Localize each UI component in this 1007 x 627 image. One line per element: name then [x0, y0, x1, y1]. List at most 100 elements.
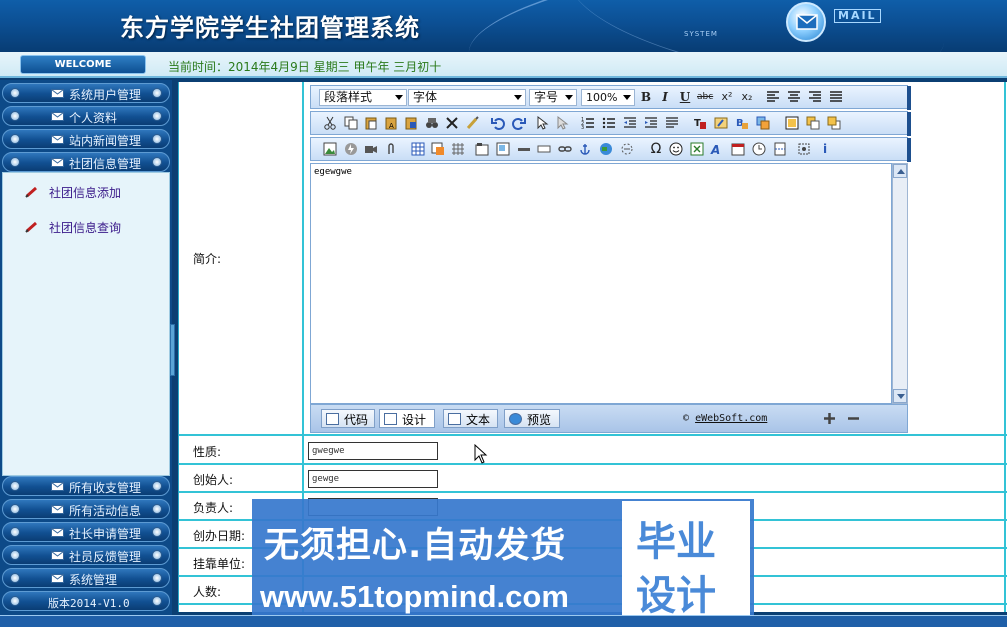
- bold-icon[interactable]: B: [638, 89, 654, 105]
- media-icon[interactable]: [364, 142, 378, 156]
- attachment-icon[interactable]: [384, 142, 398, 156]
- mail-label[interactable]: MAIL: [834, 9, 881, 23]
- map-icon[interactable]: [599, 142, 613, 156]
- background-color-icon[interactable]: B: [735, 116, 749, 130]
- align-justify-icon[interactable]: [829, 90, 843, 104]
- paragraph-icon[interactable]: [665, 116, 679, 130]
- bullet-icon: [152, 134, 162, 144]
- date-icon[interactable]: [731, 142, 745, 156]
- underline-icon[interactable]: U: [677, 89, 693, 105]
- scroll-up-icon[interactable]: [893, 164, 907, 178]
- menu-finance[interactable]: 所有收支管理: [2, 476, 170, 496]
- superscript-icon[interactable]: x²: [719, 89, 735, 105]
- bullet-icon: [152, 596, 162, 606]
- copy-icon[interactable]: [344, 116, 358, 130]
- table-icon[interactable]: [411, 142, 425, 156]
- emoticon-icon[interactable]: [669, 142, 683, 156]
- special-char-icon[interactable]: Ω: [648, 141, 664, 157]
- strikethrough-icon[interactable]: abc: [697, 89, 713, 105]
- menu-system-admin[interactable]: 系统管理: [2, 568, 170, 588]
- zoom-dropdown[interactable]: 100%: [581, 89, 635, 106]
- flash-icon[interactable]: [344, 142, 358, 156]
- align-center-icon[interactable]: [787, 90, 801, 104]
- image-icon[interactable]: [323, 142, 337, 156]
- art-text-icon[interactable]: A: [710, 142, 724, 156]
- ordered-list-icon[interactable]: 123: [581, 116, 595, 130]
- info-icon[interactable]: i: [817, 141, 833, 157]
- italic-icon[interactable]: I: [657, 89, 673, 105]
- font-dropdown[interactable]: 字体: [408, 89, 526, 106]
- anchor-icon[interactable]: [578, 142, 592, 156]
- undo-icon[interactable]: [491, 116, 505, 130]
- clear-format-icon[interactable]: [466, 116, 480, 130]
- menu-member-feedback[interactable]: 社员反馈管理: [2, 545, 170, 565]
- envelope-icon: [51, 482, 64, 491]
- nature-input[interactable]: gwegwe: [308, 442, 438, 460]
- absolute-position-icon[interactable]: [756, 116, 770, 130]
- envelope-icon: [51, 505, 64, 514]
- iframe-icon[interactable]: [496, 142, 510, 156]
- paste-word-icon[interactable]: [404, 116, 418, 130]
- layer-front-icon[interactable]: [806, 116, 820, 130]
- horizontal-rule-icon[interactable]: [517, 142, 531, 156]
- paste-text-icon[interactable]: A: [384, 116, 398, 130]
- founder-label: 创始人:: [193, 473, 234, 487]
- marquee-icon[interactable]: [537, 142, 551, 156]
- delete-icon[interactable]: [445, 116, 459, 130]
- editor-content-area[interactable]: egewgwe: [310, 163, 892, 404]
- align-right-icon[interactable]: [808, 90, 822, 104]
- tab-label: 代码: [344, 413, 369, 427]
- system-tag: SYSTEM: [684, 30, 718, 38]
- menu-news[interactable]: 站内新闻管理: [2, 129, 170, 149]
- grid-icon[interactable]: [451, 142, 465, 156]
- full-screen-icon[interactable]: [785, 116, 799, 130]
- tab-text[interactable]: 文本: [443, 409, 498, 428]
- subscript-icon[interactable]: x₂: [739, 89, 755, 105]
- font-size-dropdown[interactable]: 字号: [529, 89, 577, 106]
- plus-icon[interactable]: [823, 412, 836, 425]
- menu-club-info[interactable]: 社团信息管理: [2, 152, 170, 172]
- show-borders-icon[interactable]: [797, 142, 811, 156]
- highlight-icon[interactable]: [714, 116, 728, 130]
- credit-link[interactable]: eWebSoft.com: [695, 413, 767, 424]
- menu-system-users[interactable]: 系统用户管理: [2, 83, 170, 103]
- envelope-icon: [51, 112, 64, 121]
- menu-label: 所有收支管理: [69, 481, 142, 495]
- select-all-icon[interactable]: [535, 116, 549, 130]
- align-left-icon[interactable]: [766, 90, 780, 104]
- indent-icon[interactable]: [644, 116, 658, 130]
- menu-president-apply[interactable]: 社长申请管理: [2, 522, 170, 542]
- paste-icon[interactable]: [364, 116, 378, 130]
- menu-activities[interactable]: 所有活动信息: [2, 499, 170, 519]
- scroll-down-icon[interactable]: [893, 389, 907, 403]
- find-icon[interactable]: [425, 116, 439, 130]
- redo-icon[interactable]: [512, 116, 526, 130]
- minus-icon[interactable]: [847, 412, 860, 425]
- unlink-icon[interactable]: [620, 142, 634, 156]
- paragraph-style-dropdown[interactable]: 段落样式: [319, 89, 407, 106]
- founder-input[interactable]: gewge: [308, 470, 438, 488]
- editor-scrollbar[interactable]: [892, 163, 908, 404]
- welcome-button[interactable]: WELCOME: [20, 55, 146, 74]
- cut-icon[interactable]: [323, 116, 337, 130]
- form-icon[interactable]: [431, 142, 445, 156]
- tab-design[interactable]: 设计: [379, 409, 435, 428]
- time-icon[interactable]: [752, 142, 766, 156]
- fieldset-icon[interactable]: [475, 142, 489, 156]
- link-icon[interactable]: [558, 142, 572, 156]
- mail-icon[interactable]: [786, 2, 826, 42]
- text-color-icon[interactable]: T: [693, 116, 707, 130]
- unselect-icon[interactable]: [555, 116, 569, 130]
- outdent-icon[interactable]: [623, 116, 637, 130]
- watermark-overlay: 无须担心.自动发货 www.51topmind.com 毕业 设计: [252, 499, 754, 623]
- layer-back-icon[interactable]: [827, 116, 841, 130]
- unordered-list-icon[interactable]: [602, 116, 616, 130]
- menu-profile[interactable]: 个人资料: [2, 106, 170, 126]
- bullet-icon: [152, 157, 162, 167]
- taskbar: [0, 615, 1007, 627]
- sidebar-splitter[interactable]: [170, 324, 175, 376]
- tab-preview[interactable]: 预览: [504, 409, 560, 428]
- page-break-icon[interactable]: [773, 142, 787, 156]
- tab-code[interactable]: 代码: [321, 409, 375, 428]
- excel-icon[interactable]: [690, 142, 704, 156]
